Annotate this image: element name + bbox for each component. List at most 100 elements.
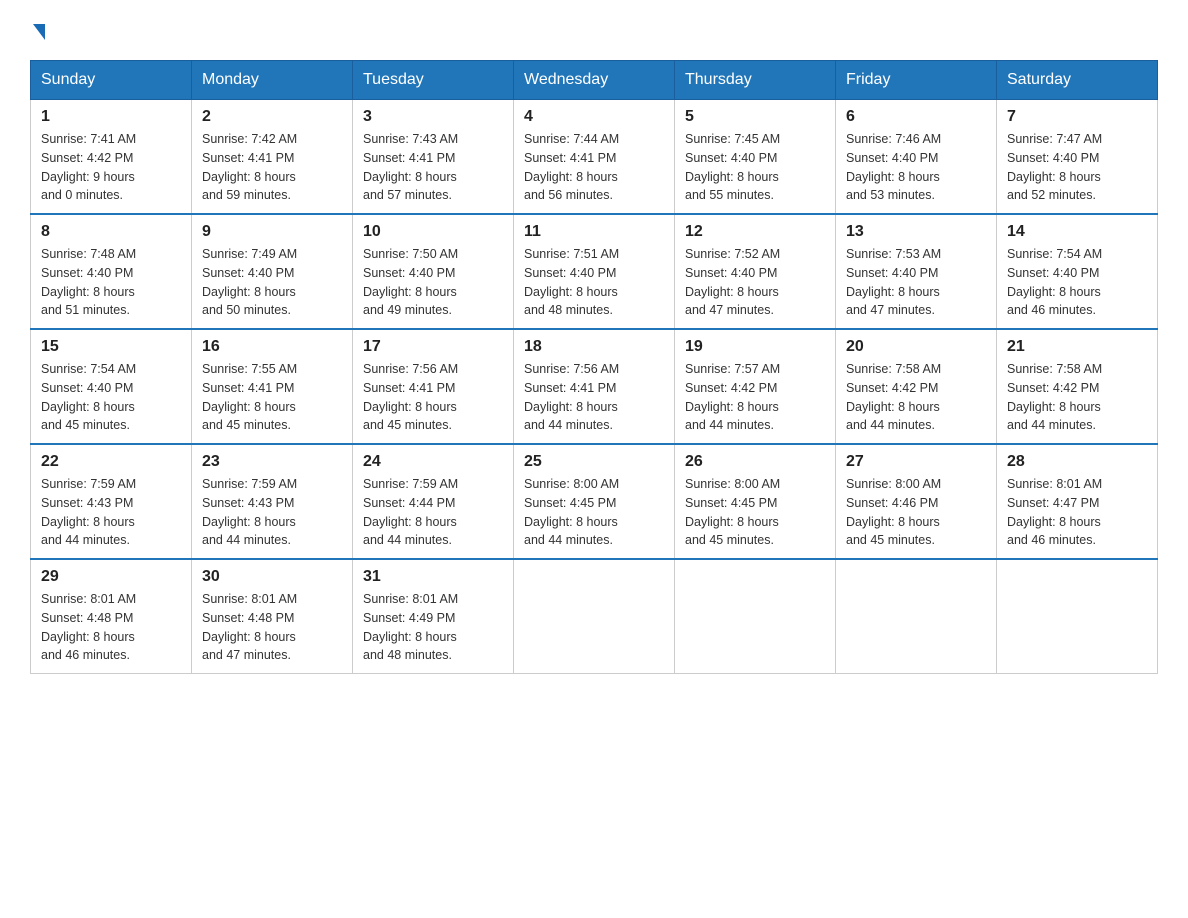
day-number: 2 [202, 108, 342, 126]
calendar-cell: 27 Sunrise: 8:00 AMSunset: 4:46 PMDayligh… [836, 444, 997, 559]
day-info: Sunrise: 8:01 AMSunset: 4:48 PMDaylight:… [41, 590, 181, 665]
day-number: 13 [846, 223, 986, 241]
calendar-cell [997, 559, 1158, 674]
day-number: 12 [685, 223, 825, 241]
day-info: Sunrise: 7:57 AMSunset: 4:42 PMDaylight:… [685, 360, 825, 435]
day-info: Sunrise: 7:53 AMSunset: 4:40 PMDaylight:… [846, 245, 986, 320]
day-number: 16 [202, 338, 342, 356]
calendar-cell: 29 Sunrise: 8:01 AMSunset: 4:48 PMDayligh… [31, 559, 192, 674]
day-info: Sunrise: 7:58 AMSunset: 4:42 PMDaylight:… [846, 360, 986, 435]
day-number: 28 [1007, 453, 1147, 471]
day-info: Sunrise: 7:59 AMSunset: 4:43 PMDaylight:… [202, 475, 342, 550]
day-info: Sunrise: 7:59 AMSunset: 4:44 PMDaylight:… [363, 475, 503, 550]
day-number: 21 [1007, 338, 1147, 356]
day-number: 30 [202, 568, 342, 586]
day-info: Sunrise: 7:41 AMSunset: 4:42 PMDaylight:… [41, 130, 181, 205]
calendar-cell: 14 Sunrise: 7:54 AMSunset: 4:40 PMDayligh… [997, 214, 1158, 329]
day-info: Sunrise: 7:56 AMSunset: 4:41 PMDaylight:… [524, 360, 664, 435]
calendar-table: SundayMondayTuesdayWednesdayThursdayFrid… [30, 60, 1158, 674]
day-number: 17 [363, 338, 503, 356]
day-number: 1 [41, 108, 181, 126]
calendar-week-row: 15 Sunrise: 7:54 AMSunset: 4:40 PMDayligh… [31, 329, 1158, 444]
day-info: Sunrise: 7:56 AMSunset: 4:41 PMDaylight:… [363, 360, 503, 435]
calendar-cell: 11 Sunrise: 7:51 AMSunset: 4:40 PMDayligh… [514, 214, 675, 329]
calendar-cell: 4 Sunrise: 7:44 AMSunset: 4:41 PMDaylight… [514, 100, 675, 215]
calendar-cell: 19 Sunrise: 7:57 AMSunset: 4:42 PMDayligh… [675, 329, 836, 444]
day-number: 29 [41, 568, 181, 586]
calendar-week-row: 1 Sunrise: 7:41 AMSunset: 4:42 PMDaylight… [31, 100, 1158, 215]
calendar-cell: 5 Sunrise: 7:45 AMSunset: 4:40 PMDaylight… [675, 100, 836, 215]
calendar-cell: 24 Sunrise: 7:59 AMSunset: 4:44 PMDayligh… [353, 444, 514, 559]
day-number: 5 [685, 108, 825, 126]
calendar-cell: 1 Sunrise: 7:41 AMSunset: 4:42 PMDaylight… [31, 100, 192, 215]
calendar-cell: 22 Sunrise: 7:59 AMSunset: 4:43 PMDayligh… [31, 444, 192, 559]
calendar-cell [675, 559, 836, 674]
page-header [30, 20, 1158, 40]
logo [30, 20, 45, 40]
day-header-wednesday: Wednesday [514, 61, 675, 100]
logo-arrow-icon [33, 24, 45, 40]
day-header-monday: Monday [192, 61, 353, 100]
calendar-cell: 26Sunrise: 8:00 AMSunset: 4:45 PMDayligh… [675, 444, 836, 559]
day-header-tuesday: Tuesday [353, 61, 514, 100]
calendar-cell: 20 Sunrise: 7:58 AMSunset: 4:42 PMDayligh… [836, 329, 997, 444]
day-number: 23 [202, 453, 342, 471]
calendar-cell: 16 Sunrise: 7:55 AMSunset: 4:41 PMDayligh… [192, 329, 353, 444]
day-number: 22 [41, 453, 181, 471]
calendar-cell: 6 Sunrise: 7:46 AMSunset: 4:40 PMDaylight… [836, 100, 997, 215]
day-info: Sunrise: 7:54 AMSunset: 4:40 PMDaylight:… [1007, 245, 1147, 320]
day-info: Sunrise: 8:00 AMSunset: 4:46 PMDaylight:… [846, 475, 986, 550]
calendar-cell: 9 Sunrise: 7:49 AMSunset: 4:40 PMDaylight… [192, 214, 353, 329]
calendar-cell: 7Sunrise: 7:47 AMSunset: 4:40 PMDaylight… [997, 100, 1158, 215]
day-header-saturday: Saturday [997, 61, 1158, 100]
calendar-cell: 21Sunrise: 7:58 AMSunset: 4:42 PMDayligh… [997, 329, 1158, 444]
calendar-cell: 23 Sunrise: 7:59 AMSunset: 4:43 PMDayligh… [192, 444, 353, 559]
day-number: 14 [1007, 223, 1147, 241]
calendar-cell: 31 Sunrise: 8:01 AMSunset: 4:49 PMDayligh… [353, 559, 514, 674]
calendar-week-row: 29 Sunrise: 8:01 AMSunset: 4:48 PMDayligh… [31, 559, 1158, 674]
day-info: Sunrise: 7:49 AMSunset: 4:40 PMDaylight:… [202, 245, 342, 320]
day-info: Sunrise: 7:48 AMSunset: 4:40 PMDaylight:… [41, 245, 181, 320]
day-info: Sunrise: 7:46 AMSunset: 4:40 PMDaylight:… [846, 130, 986, 205]
day-number: 25 [524, 453, 664, 471]
day-number: 24 [363, 453, 503, 471]
calendar-cell: 13 Sunrise: 7:53 AMSunset: 4:40 PMDayligh… [836, 214, 997, 329]
day-number: 3 [363, 108, 503, 126]
day-number: 7 [1007, 108, 1147, 126]
day-number: 18 [524, 338, 664, 356]
calendar-week-row: 22 Sunrise: 7:59 AMSunset: 4:43 PMDayligh… [31, 444, 1158, 559]
calendar-cell: 25 Sunrise: 8:00 AMSunset: 4:45 PMDayligh… [514, 444, 675, 559]
day-number: 27 [846, 453, 986, 471]
day-number: 9 [202, 223, 342, 241]
day-number: 6 [846, 108, 986, 126]
day-info: Sunrise: 7:59 AMSunset: 4:43 PMDaylight:… [41, 475, 181, 550]
day-number: 4 [524, 108, 664, 126]
day-info: Sunrise: 7:52 AMSunset: 4:40 PMDaylight:… [685, 245, 825, 320]
day-info: Sunrise: 7:55 AMSunset: 4:41 PMDaylight:… [202, 360, 342, 435]
calendar-week-row: 8 Sunrise: 7:48 AMSunset: 4:40 PMDaylight… [31, 214, 1158, 329]
day-number: 20 [846, 338, 986, 356]
day-info: Sunrise: 7:50 AMSunset: 4:40 PMDaylight:… [363, 245, 503, 320]
day-header-thursday: Thursday [675, 61, 836, 100]
day-info: Sunrise: 7:51 AMSunset: 4:40 PMDaylight:… [524, 245, 664, 320]
calendar-cell: 8 Sunrise: 7:48 AMSunset: 4:40 PMDaylight… [31, 214, 192, 329]
calendar-cell [836, 559, 997, 674]
day-info: Sunrise: 8:00 AMSunset: 4:45 PMDaylight:… [524, 475, 664, 550]
day-number: 31 [363, 568, 503, 586]
day-info: Sunrise: 7:44 AMSunset: 4:41 PMDaylight:… [524, 130, 664, 205]
day-number: 10 [363, 223, 503, 241]
day-number: 11 [524, 223, 664, 241]
calendar-cell: 17 Sunrise: 7:56 AMSunset: 4:41 PMDayligh… [353, 329, 514, 444]
day-info: Sunrise: 7:43 AMSunset: 4:41 PMDaylight:… [363, 130, 503, 205]
calendar-header-row: SundayMondayTuesdayWednesdayThursdayFrid… [31, 61, 1158, 100]
calendar-cell: 12 Sunrise: 7:52 AMSunset: 4:40 PMDayligh… [675, 214, 836, 329]
day-number: 19 [685, 338, 825, 356]
day-number: 8 [41, 223, 181, 241]
day-number: 15 [41, 338, 181, 356]
day-info: Sunrise: 7:45 AMSunset: 4:40 PMDaylight:… [685, 130, 825, 205]
day-info: Sunrise: 8:01 AMSunset: 4:49 PMDaylight:… [363, 590, 503, 665]
calendar-cell: 2Sunrise: 7:42 AMSunset: 4:41 PMDaylight… [192, 100, 353, 215]
calendar-cell [514, 559, 675, 674]
day-info: Sunrise: 7:54 AMSunset: 4:40 PMDaylight:… [41, 360, 181, 435]
calendar-cell: 28Sunrise: 8:01 AMSunset: 4:47 PMDayligh… [997, 444, 1158, 559]
